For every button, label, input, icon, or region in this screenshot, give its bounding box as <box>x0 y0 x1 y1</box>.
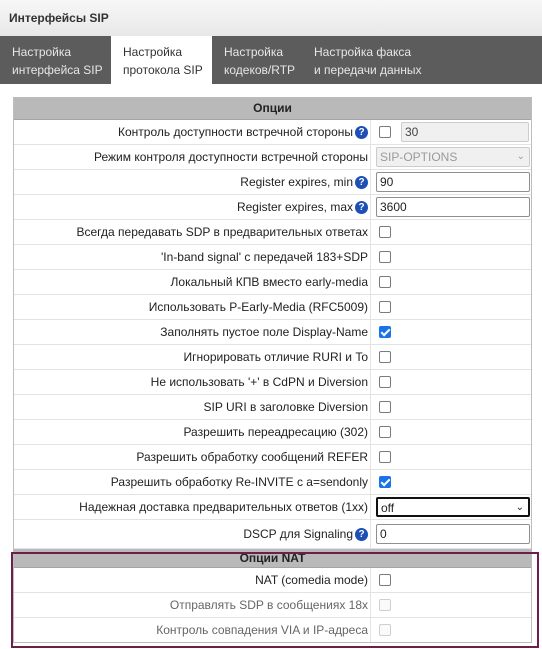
inband-signal-checkbox[interactable] <box>379 251 391 263</box>
register-expires-min-input[interactable]: 90 <box>376 172 530 192</box>
tab-bar: Настройка интерфейса SIP Настройка прото… <box>0 36 542 84</box>
nat-via-ip-checkbox[interactable] <box>379 624 391 636</box>
row-availability-control: Контроль доступности встречной стороны ?… <box>14 120 531 145</box>
row-nat-via-ip: Контроль совпадения VIA и IP-адреса <box>14 618 531 642</box>
ignore-ruri-to-checkbox[interactable] <box>379 351 391 363</box>
row-label: Всегда передавать SDP в предварительных … <box>76 225 369 239</box>
tab-label: кодеков/RTP <box>224 63 296 77</box>
sdp-in-provisional-checkbox[interactable] <box>379 226 391 238</box>
row-label: SIP URI в заголовке Diversion <box>203 400 368 414</box>
row-label: Игнорировать отличие RURI и To <box>183 350 368 364</box>
row-local-kpv: Локальный КПВ вместо early-media <box>14 270 531 295</box>
row-nat-sdp-18x: Отправлять SDP в сообщениях 18х <box>14 593 531 618</box>
row-register-expires-min: Register expires, min ? 90 <box>14 170 531 195</box>
row-register-expires-max: Register expires, max ? 3600 <box>14 195 531 220</box>
p-early-media-checkbox[interactable] <box>379 301 391 313</box>
row-label: Использовать P-Early-Media (RFC5009) <box>148 300 368 314</box>
availability-control-checkbox[interactable] <box>379 126 391 138</box>
tab-sip-protocol[interactable]: Настройка протокола SIP <box>111 36 212 84</box>
help-icon[interactable]: ? <box>355 527 368 541</box>
row-label: Register expires, max <box>236 200 353 214</box>
nat-section-header: Опции NAT <box>14 549 531 568</box>
help-icon[interactable]: ? <box>355 175 368 189</box>
row-label: DSCP для Signaling <box>243 527 353 541</box>
nat-sdp-18x-checkbox[interactable] <box>379 599 391 611</box>
page-title: Интерфейсы SIP <box>9 11 109 25</box>
row-label: Отправлять SDP в сообщениях 18х <box>169 598 368 612</box>
allow-redirect-checkbox[interactable] <box>379 426 391 438</box>
row-label: Не использовать '+' в CdPN и Diversion <box>150 375 368 389</box>
allow-reinvite-sendonly-checkbox[interactable] <box>379 476 391 488</box>
row-allow-reinvite-sendonly: Разрешить обработку Re-INVITE с a=sendon… <box>14 470 531 495</box>
row-nat-comedia: NAT (comedia mode) <box>14 568 531 593</box>
row-label: Заполнять пустое поле Display-Name <box>160 325 368 339</box>
row-label: Локальный КПВ вместо early-media <box>170 275 368 289</box>
row-label: 'In-band signal' с передачей 183+SDP <box>161 250 368 264</box>
allow-refer-checkbox[interactable] <box>379 451 391 463</box>
row-allow-refer: Разрешить обработку сообщений REFER <box>14 445 531 470</box>
row-label: Register expires, min <box>240 175 353 189</box>
register-expires-max-input[interactable]: 3600 <box>376 197 530 217</box>
row-fill-display-name: Заполнять пустое поле Display-Name <box>14 320 531 345</box>
tab-label: Настройка <box>224 45 284 59</box>
row-label: Разрешить переадресацию (302) <box>183 425 368 439</box>
window-header: Интерфейсы SIP <box>0 0 542 37</box>
row-label: Разрешить обработку сообщений REFER <box>136 450 368 464</box>
row-label: Режим контроля доступности встречной сто… <box>94 150 368 164</box>
tab-label: Настройка факса <box>314 45 412 59</box>
help-icon[interactable]: ? <box>355 125 368 139</box>
tab-codecs-rtp[interactable]: Настройка кодеков/RTP <box>212 36 302 84</box>
row-allow-redirect: Разрешить переадресацию (302) <box>14 420 531 445</box>
no-plus-cdpn-checkbox[interactable] <box>379 376 391 388</box>
options-section-header: Опции <box>14 98 531 120</box>
row-dscp-signaling: DSCP для Signaling ? 0 <box>14 520 531 549</box>
reliable-provisional-select[interactable]: off ⌄ <box>376 497 530 517</box>
tab-sip-interface[interactable]: Настройка интерфейса SIP <box>0 36 111 84</box>
help-icon[interactable]: ? <box>355 200 368 214</box>
row-no-plus-cdpn: Не использовать '+' в CdPN и Diversion <box>14 370 531 395</box>
row-label: Контроль совпадения VIA и IP-адреса <box>156 623 368 637</box>
row-reliable-provisional: Надежная доставка предварительных ответо… <box>14 495 531 520</box>
row-sip-uri-diversion: SIP URI в заголовке Diversion <box>14 395 531 420</box>
tab-label: Настройка <box>12 45 72 59</box>
row-p-early-media: Использовать P-Early-Media (RFC5009) <box>14 295 531 320</box>
row-label: Контроль доступности встречной стороны <box>117 125 353 139</box>
row-inband-signal: 'In-band signal' с передачей 183+SDP <box>14 245 531 270</box>
row-label: NAT (comedia mode) <box>255 573 368 587</box>
row-availability-mode: Режим контроля доступности встречной сто… <box>14 145 531 170</box>
chevron-down-icon: ⌄ <box>515 502 524 513</box>
row-ignore-ruri-to: Игнорировать отличие RURI и To <box>14 345 531 370</box>
fill-display-name-checkbox[interactable] <box>379 326 391 338</box>
row-label: Разрешить обработку Re-INVITE с a=sendon… <box>110 475 368 489</box>
settings-panel: Опции Контроль доступности встречной сто… <box>13 97 532 643</box>
row-label: Надежная доставка предварительных ответо… <box>79 500 368 514</box>
tab-fax-data[interactable]: Настройка факса и передачи данных <box>302 36 442 84</box>
nat-comedia-checkbox[interactable] <box>379 574 391 586</box>
local-kpv-checkbox[interactable] <box>379 276 391 288</box>
tab-label: и передачи данных <box>314 63 422 77</box>
row-sdp-in-provisional: Всегда передавать SDP в предварительных … <box>14 220 531 245</box>
tab-label: интерфейса SIP <box>12 63 103 77</box>
tab-label: протокола SIP <box>123 63 203 77</box>
tab-label: Настройка <box>123 45 183 59</box>
availability-interval-input[interactable]: 30 <box>401 122 529 142</box>
dscp-signaling-input[interactable]: 0 <box>376 524 530 544</box>
sip-uri-diversion-checkbox[interactable] <box>379 401 391 413</box>
chevron-down-icon: ⌄ <box>516 151 525 162</box>
availability-mode-select[interactable]: SIP-OPTIONS ⌄ <box>376 147 530 167</box>
